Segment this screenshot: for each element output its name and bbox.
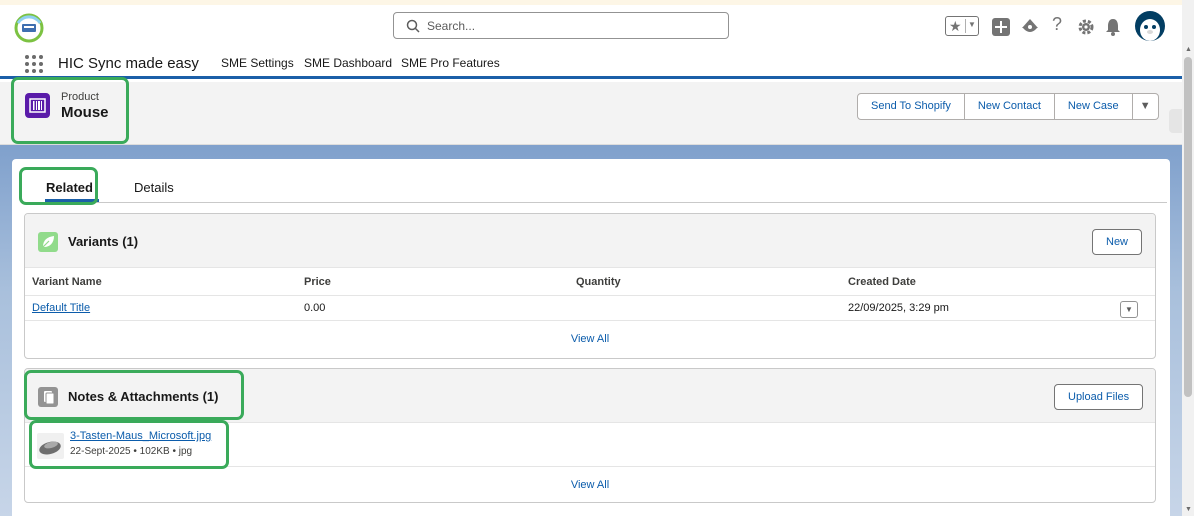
favorites-button[interactable]: ★ ▼ <box>945 16 979 36</box>
global-header: Search... ★ ▼ ? <box>0 5 1182 49</box>
annotation-highlight <box>11 77 129 144</box>
star-icon: ★ <box>949 18 962 34</box>
help-icon[interactable]: ? <box>1052 14 1072 34</box>
search-placeholder: Search... <box>427 19 476 33</box>
column-header: Variant Name <box>32 276 102 288</box>
send-to-shopify-button[interactable]: Send To Shopify <box>857 93 965 120</box>
page-scrollbar[interactable]: ▲ ▼ <box>1182 0 1194 516</box>
tab-details[interactable]: Details <box>134 180 174 195</box>
chevron-down-icon: ▼ <box>968 20 976 29</box>
variants-title[interactable]: Variants (1) <box>68 234 138 249</box>
gear-icon[interactable] <box>1076 17 1096 37</box>
column-header: Created Date <box>848 276 916 288</box>
variants-view-all-link[interactable]: View All <box>25 333 1155 345</box>
scroll-up-icon[interactable]: ▲ <box>1185 46 1192 53</box>
variants-related-list: Variants (1) New Variant Name Price Quan… <box>24 213 1156 359</box>
record-actions: Send To Shopify New Contact New Case ▼ <box>857 93 1159 120</box>
app-navigation: HIC Sync made easy SME Settings SME Dash… <box>0 49 1182 79</box>
app-logo-icon[interactable] <box>12 13 46 43</box>
bell-icon[interactable] <box>1103 17 1123 37</box>
nav-item-sme-pro-features[interactable]: SME Pro Features <box>401 56 500 70</box>
new-contact-button[interactable]: New Contact <box>963 93 1055 120</box>
new-variant-button[interactable]: New <box>1092 229 1143 255</box>
variants-header: Variants (1) New <box>25 214 1155 268</box>
scroll-down-icon[interactable]: ▼ <box>1185 506 1192 513</box>
variant-price: 0.00 <box>304 302 326 314</box>
search-input[interactable]: Search... <box>393 12 729 39</box>
notes-view-all-link[interactable]: View All <box>25 479 1155 491</box>
astro-avatar-icon <box>1140 19 1160 41</box>
column-header: Price <box>304 276 331 288</box>
record-tabs: Related Details <box>35 159 1167 203</box>
nav-item-sme-settings[interactable]: SME Settings <box>221 56 294 70</box>
annotation-highlight <box>24 370 244 420</box>
new-case-button[interactable]: New Case <box>1053 93 1133 120</box>
record-highlights: Product Mouse Send To Shopify New Contac… <box>0 82 1182 145</box>
global-actions-icon[interactable] <box>991 17 1011 37</box>
search-icon <box>406 19 420 33</box>
app-name: HIC Sync made easy <box>58 55 199 72</box>
leaf-icon <box>38 232 58 252</box>
column-header: Quantity <box>576 276 621 288</box>
more-actions-button[interactable]: ▼ <box>1131 93 1159 120</box>
table-row: Default Title 0.00 22/09/2025, 3:29 pm ▼ <box>25 296 1155 321</box>
app-launcher-icon[interactable] <box>25 55 43 73</box>
utility-panel-toggle[interactable] <box>1169 109 1182 133</box>
annotation-highlight <box>19 167 98 205</box>
user-avatar[interactable] <box>1135 11 1165 41</box>
trailhead-icon[interactable] <box>1020 17 1040 37</box>
chevron-down-icon: ▼ <box>1139 100 1151 112</box>
annotation-highlight <box>29 420 229 469</box>
variant-name-link[interactable]: Default Title <box>32 302 90 314</box>
nav-item-sme-dashboard[interactable]: SME Dashboard <box>304 56 392 70</box>
variants-table-header: Variant Name Price Quantity Created Date <box>25 268 1155 296</box>
variant-created-date: 22/09/2025, 3:29 pm <box>848 302 949 314</box>
scrollbar-thumb[interactable] <box>1184 57 1192 397</box>
upload-files-button[interactable]: Upload Files <box>1054 384 1144 410</box>
row-actions-button[interactable]: ▼ <box>1120 301 1138 318</box>
